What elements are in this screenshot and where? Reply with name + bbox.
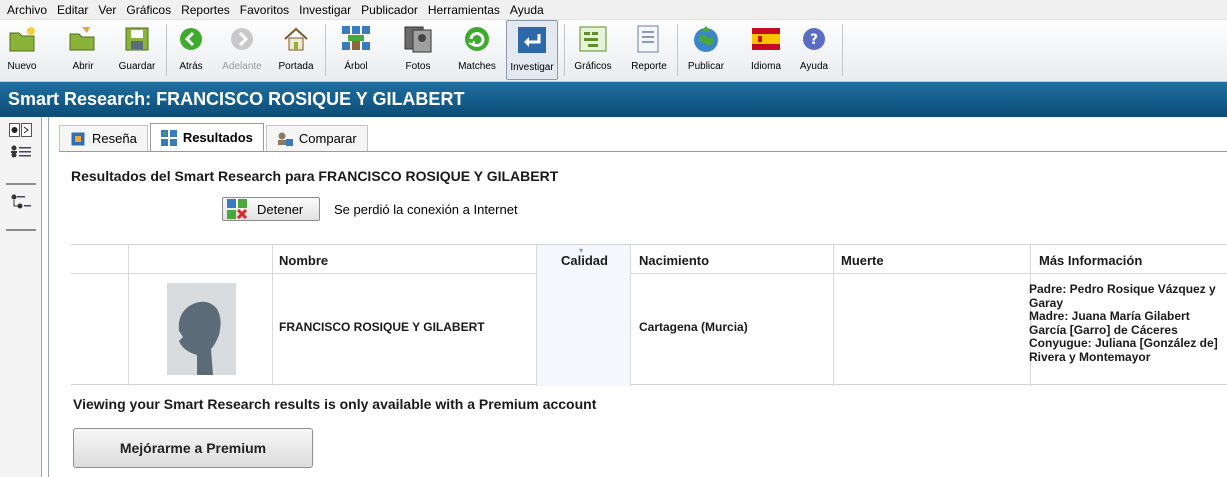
investigar-button[interactable]: Investigar bbox=[506, 20, 558, 80]
matches-button[interactable]: Matches bbox=[452, 20, 502, 80]
menu-reportes[interactable]: Reportes bbox=[176, 3, 235, 17]
family-tree-icon bbox=[340, 23, 372, 55]
person-tree-icon[interactable] bbox=[8, 193, 34, 211]
globe-upload-icon bbox=[690, 23, 722, 55]
menu-graficos[interactable]: Gráficos bbox=[121, 3, 176, 17]
menu-investigar[interactable]: Investigar bbox=[294, 3, 356, 17]
toolbar-separator bbox=[166, 24, 167, 76]
info-conyugue: Conyugue: Juliana [González de] Rivera y… bbox=[1029, 336, 1218, 364]
tab-resena-label: Reseña bbox=[92, 131, 137, 146]
header-nombre[interactable]: Nombre bbox=[279, 253, 328, 268]
tab-bar: Reseña Resultados Comparar bbox=[59, 123, 370, 151]
upgrade-premium-button[interactable]: Mejórarme a Premium bbox=[73, 428, 313, 468]
header-nacimiento[interactable]: Nacimiento bbox=[639, 253, 709, 268]
page-title: Smart Research: FRANCISCO ROSIQUE Y GILA… bbox=[0, 82, 1227, 117]
fotos-button[interactable]: Fotos bbox=[396, 20, 440, 80]
svg-text:?: ? bbox=[810, 32, 818, 48]
home-icon bbox=[280, 23, 312, 55]
collapse-toggle-icon[interactable] bbox=[8, 121, 34, 139]
report-icon bbox=[633, 23, 665, 55]
results-heading: Resultados del Smart Research para FRANC… bbox=[71, 168, 559, 184]
nuevo-button[interactable]: Nuevo bbox=[4, 20, 40, 80]
cell-nombre[interactable]: FRANCISCO ROSIQUE Y GILABERT bbox=[279, 320, 485, 334]
info-madre: Madre: Juana María Gilabert García [Garr… bbox=[1029, 309, 1190, 337]
toolbar-separator bbox=[677, 24, 678, 76]
person-photo-placeholder bbox=[167, 283, 236, 375]
results-table: Nombre Calidad ▾ Nacimiento Muerte Más I… bbox=[71, 244, 1227, 386]
graficos-button[interactable]: Gráficos bbox=[571, 20, 615, 80]
idioma-button[interactable]: Idioma bbox=[744, 20, 788, 80]
tab-resultados-label: Resultados bbox=[182, 130, 253, 145]
abrir-button[interactable]: Abrir bbox=[58, 20, 108, 80]
stop-button[interactable]: Detener bbox=[222, 197, 320, 221]
stop-search-icon bbox=[227, 199, 248, 220]
new-folder-icon bbox=[6, 23, 38, 55]
toolbar-separator bbox=[564, 24, 565, 76]
silhouette-icon bbox=[178, 301, 221, 375]
ayuda-button[interactable]: ? Ayuda bbox=[792, 20, 836, 80]
rail-divider bbox=[6, 229, 36, 231]
atras-button[interactable]: Atrás bbox=[173, 20, 209, 80]
research-arrow-icon bbox=[516, 24, 548, 56]
sort-indicator-icon: ▾ bbox=[579, 246, 584, 255]
menu-editar[interactable]: Editar bbox=[52, 3, 93, 17]
menu-publicador[interactable]: Publicador bbox=[356, 3, 423, 17]
spain-flag-icon bbox=[750, 23, 782, 55]
save-icon bbox=[121, 23, 153, 55]
compare-people-icon bbox=[277, 131, 293, 147]
premium-message: Viewing your Smart Research results is o… bbox=[73, 396, 597, 412]
menu-archivo[interactable]: Archivo bbox=[2, 3, 52, 17]
header-mas-informacion[interactable]: Más Información bbox=[1039, 253, 1142, 268]
publicar-button[interactable]: Publicar bbox=[684, 20, 728, 80]
main-panel: Reseña Resultados Comparar Resultados de… bbox=[48, 117, 1227, 477]
menu-favoritos[interactable]: Favoritos bbox=[235, 3, 294, 17]
tab-comparar[interactable]: Comparar bbox=[265, 125, 368, 151]
tab-resena[interactable]: Reseña bbox=[59, 125, 148, 151]
reporte-button[interactable]: Reporte bbox=[627, 20, 671, 80]
menu-herramientas[interactable]: Herramientas bbox=[423, 3, 505, 17]
toolbar-separator bbox=[325, 24, 326, 76]
forward-arrow-icon bbox=[226, 23, 258, 55]
cell-mas-informacion: Padre: Pedro Rosique Vázquez y Garay Mad… bbox=[1029, 283, 1226, 375]
connection-status: Se perdió la conexión a Internet bbox=[334, 202, 518, 217]
toolbar-separator bbox=[842, 24, 843, 76]
table-column bbox=[71, 245, 129, 386]
menu-ver[interactable]: Ver bbox=[93, 3, 121, 17]
refresh-icon bbox=[461, 23, 493, 55]
rail-divider bbox=[6, 183, 36, 185]
cell-nacimiento: Cartagena (Murcia) bbox=[639, 320, 748, 334]
back-arrow-icon bbox=[175, 23, 207, 55]
person-list-icon[interactable] bbox=[8, 143, 34, 161]
results-icon bbox=[160, 129, 177, 146]
portada-button[interactable]: Portada bbox=[273, 20, 319, 80]
tab-comparar-label: Comparar bbox=[298, 131, 357, 146]
arbol-button[interactable]: Árbol bbox=[336, 20, 376, 80]
open-folder-icon bbox=[67, 23, 99, 55]
header-muerte[interactable]: Muerte bbox=[841, 253, 884, 268]
tab-divider bbox=[59, 151, 1227, 152]
help-icon: ? bbox=[798, 23, 830, 55]
menu-ayuda[interactable]: Ayuda bbox=[505, 3, 549, 17]
guardar-button[interactable]: Guardar bbox=[114, 20, 160, 80]
summary-icon bbox=[70, 131, 86, 147]
photos-icon bbox=[402, 23, 434, 55]
menu-bar: Archivo Editar Ver Gráficos Reportes Fav… bbox=[0, 0, 1227, 20]
charts-icon bbox=[577, 23, 609, 55]
info-padre: Padre: Pedro Rosique Vázquez y Garay bbox=[1029, 283, 1216, 310]
header-calidad[interactable]: Calidad bbox=[561, 253, 608, 268]
adelante-button[interactable]: Adelante bbox=[217, 20, 267, 80]
toolbar: Nuevo Abrir Guardar Atrás Adelante Porta… bbox=[0, 20, 1227, 82]
stop-button-label: Detener bbox=[257, 201, 304, 217]
left-rail bbox=[0, 117, 42, 477]
tab-resultados[interactable]: Resultados bbox=[149, 123, 264, 151]
